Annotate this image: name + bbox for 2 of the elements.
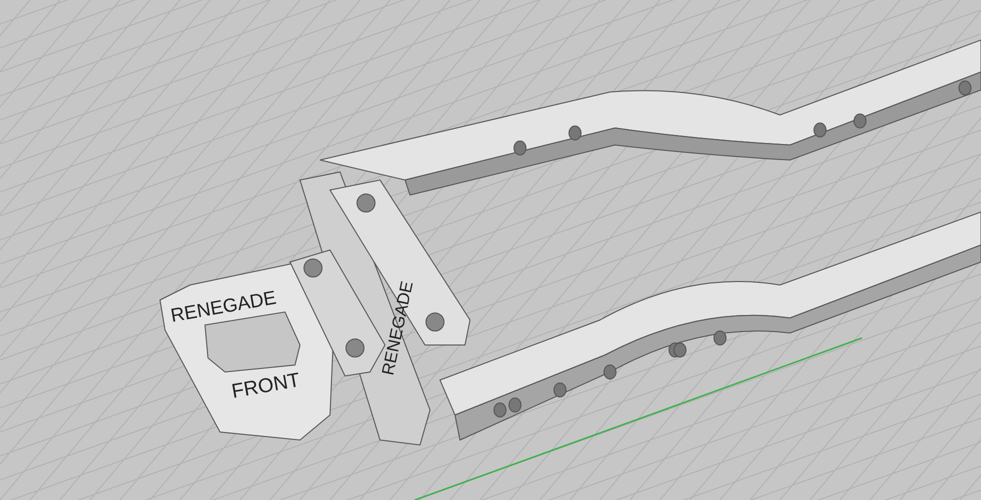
embossed-label: FRONT <box>230 369 302 403</box>
embossed-label: RENEGADE <box>169 288 278 327</box>
